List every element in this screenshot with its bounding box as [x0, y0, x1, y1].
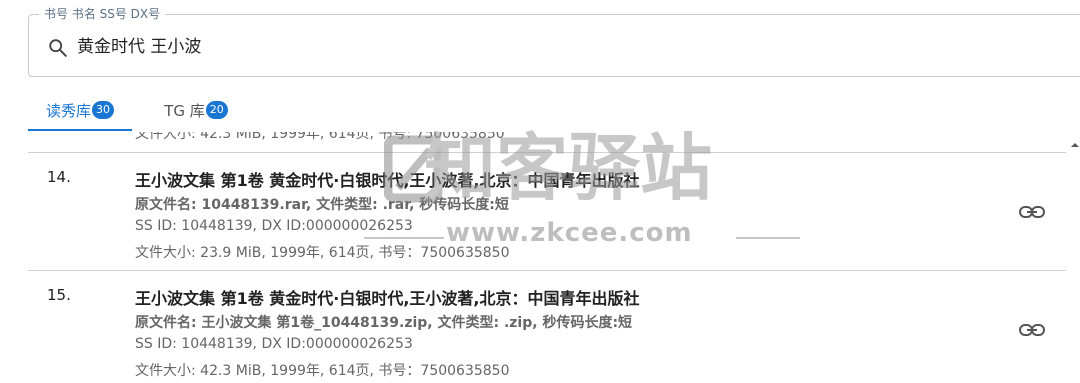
search-icon [49, 39, 67, 57]
item-ss-id: SS ID: 10448139, DX ID:000000026253 [135, 218, 413, 234]
search-field[interactable]: 书号 书名 SS号 DX号 [28, 7, 1080, 77]
item-ss-id: SS ID: 10448139, DX ID:000000026253 [135, 336, 413, 352]
link-icon[interactable] [1018, 321, 1046, 339]
tab-bar: 读秀库 30 TG 库 20 [28, 90, 1080, 132]
tab-tg-label: TG 库 [164, 101, 205, 120]
search-field-label: 书号 书名 SS号 DX号 [39, 7, 166, 21]
tab-duxiu-count-badge: 30 [92, 101, 114, 119]
item-filename: 原文件名: 王小波文集 第1卷_10448139.zip, 文件类型: .zip… [135, 315, 633, 331]
link-icon[interactable] [1018, 203, 1046, 221]
active-tab-indicator [28, 129, 132, 131]
scroll-up-arrow-icon[interactable] [1070, 140, 1080, 150]
tab-duxiu[interactable]: 读秀库 30 [28, 90, 132, 130]
item-size: 文件大小: 23.9 MiB, 1999年, 614页, 书号：75006358… [135, 245, 510, 261]
tab-tg[interactable]: TG 库 20 [146, 90, 246, 130]
partial-row-size-line: 文件大小: 42.3 MiB, 1999年, 614页, 书号: 7500635… [135, 132, 505, 142]
search-input[interactable] [77, 34, 877, 60]
item-number: 14. [47, 168, 71, 186]
item-size: 文件大小: 42.3 MiB, 1999年, 614页, 书号：75006358… [135, 363, 510, 379]
tab-tg-count-badge: 20 [205, 101, 228, 119]
tab-duxiu-label: 读秀库 [45, 101, 91, 120]
item-title: 王小波文集 第1卷 黄金时代·白银时代,王小波著,北京：中国青年出版社 [135, 171, 640, 190]
item-number: 15. [47, 286, 71, 304]
result-list: 文件大小: 42.3 MiB, 1999年, 614页, 书号: 7500635… [28, 132, 1066, 383]
list-item: 14. 王小波文集 第1卷 黄金时代·白银时代,王小波著,北京：中国青年出版社 … [28, 152, 1066, 270]
item-filename: 原文件名: 10448139.rar, 文件类型: .rar, 秒传码长度:短 [135, 197, 509, 213]
list-item: 15. 王小波文集 第1卷 黄金时代·白银时代,王小波著,北京：中国青年出版社 … [28, 270, 1066, 383]
item-title: 王小波文集 第1卷 黄金时代·白银时代,王小波著,北京：中国青年出版社 [135, 289, 640, 308]
